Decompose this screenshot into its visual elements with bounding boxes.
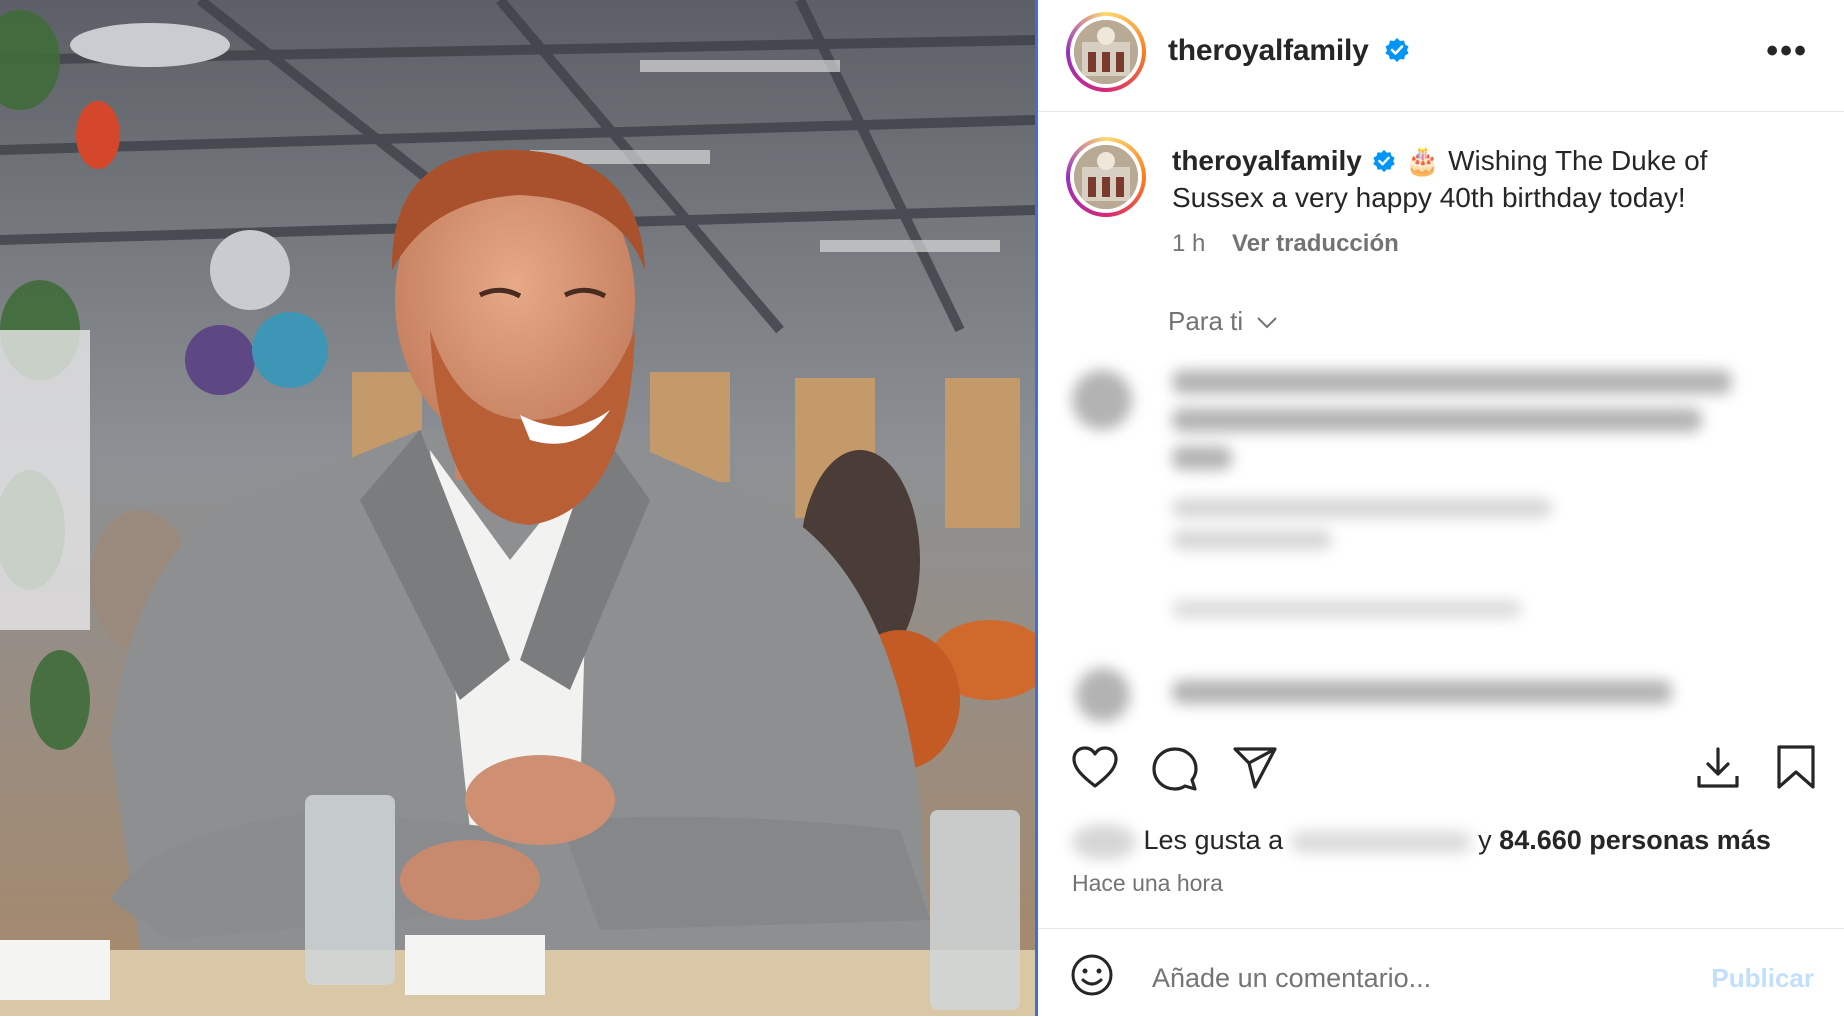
share-icon[interactable] [1232,746,1278,790]
likes-count[interactable]: 84.660 personas más [1499,825,1771,855]
blurred-comment-line [1172,446,1232,470]
comment-filter-dropdown[interactable]: Para ti [1168,306,1278,337]
heart-icon[interactable] [1072,746,1118,788]
liker-username[interactable] [1290,831,1471,853]
blurred-comment-meta [1172,498,1552,518]
caption-avatar[interactable] [1066,137,1146,217]
blurred-comment-line [1172,370,1732,394]
blurred-comment-meta [1172,530,1332,550]
post-photo[interactable] [0,0,1035,1016]
likes-summary: Les gusta a y 84.660 personas más [1072,824,1771,860]
download-icon[interactable] [1696,746,1740,790]
blurred-comment-line [1172,408,1702,432]
comment-input[interactable] [1152,963,1652,994]
blurred-replies [1172,600,1522,618]
emoji-icon[interactable] [1070,953,1114,997]
royal-crest-photo [1074,145,1138,209]
verified-badge-icon [1385,38,1409,62]
royal-crest-photo [1074,20,1138,84]
liker-avatar [1072,824,1136,860]
post-timestamp: Hace una hora [1072,870,1223,896]
bookmark-icon[interactable] [1776,744,1816,790]
likes-connector: y [1478,825,1492,856]
publish-button[interactable]: Publicar [1711,963,1814,994]
chevron-down-icon [1257,317,1278,329]
likes-prefix: Les gusta a [1143,825,1284,856]
post-image [0,0,1035,1016]
caption-time: 1 h [1172,230,1206,257]
comment-box: Publicar [1038,928,1844,1017]
post-panel: theroyalfamily ••• theroyalfamily 🎂 Wish… [1038,0,1844,1016]
commenter-avatar [1072,370,1132,430]
caption-meta: 1 h Ver traducción [1172,230,1399,258]
blurred-comment-line [1172,680,1672,704]
cake-emoji: 🎂 [1405,145,1441,176]
verified-badge-icon [1373,149,1395,173]
translate-link[interactable]: Ver traducción [1232,230,1399,257]
more-options-icon[interactable]: ••• [1766,34,1808,68]
author-avatar[interactable] [1066,12,1146,92]
caption-username[interactable]: theroyalfamily [1172,145,1362,176]
post-header: theroyalfamily ••• [1038,0,1844,112]
author-username[interactable]: theroyalfamily [1168,34,1369,68]
post-caption: theroyalfamily 🎂 Wishing The Duke of Sus… [1172,142,1772,216]
comment-icon[interactable] [1152,746,1198,792]
commenter-avatar [1076,668,1130,722]
comment-filter-label: Para ti [1168,306,1244,336]
